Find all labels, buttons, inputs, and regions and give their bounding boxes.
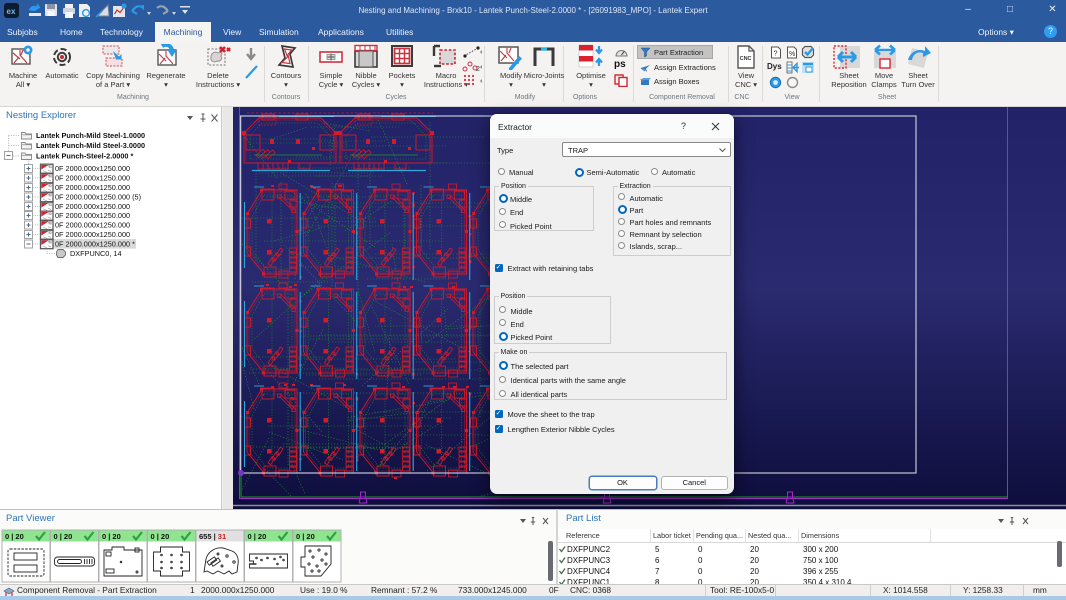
- svg-text:0 | 20: 0 | 20: [102, 532, 121, 541]
- svg-text:0F 2000.000x1250.000: 0F 2000.000x1250.000: [55, 221, 130, 230]
- svg-text:0F 2000.000x1250.000: 0F 2000.000x1250.000: [55, 202, 130, 211]
- svg-text:0 | 20: 0 | 20: [248, 532, 267, 541]
- svg-text:2: 2: [476, 66, 480, 72]
- svg-text:Lantek Punch-Mild Steel-3.0000: Lantek Punch-Mild Steel-3.0000: [36, 141, 145, 150]
- svg-text:0F 2000.000x1250.000: 0F 2000.000x1250.000: [55, 174, 130, 183]
- svg-text:0 | 20: 0 | 20: [54, 532, 73, 541]
- svg-text:0F 2000.000x1250.000: 0F 2000.000x1250.000: [55, 164, 130, 173]
- svg-text:0 | 20: 0 | 20: [5, 532, 24, 541]
- svg-text:CNC: CNC: [740, 56, 752, 62]
- svg-text:ex: ex: [7, 7, 16, 16]
- svg-text:0F 2000.000x1250.000 *: 0F 2000.000x1250.000 *: [55, 240, 135, 249]
- svg-text:Lantek Punch-Mild Steel-1.0000: Lantek Punch-Mild Steel-1.0000: [36, 131, 145, 140]
- svg-text:655 | 31: 655 | 31: [199, 532, 226, 541]
- svg-text:Lantek Punch-Steel-2.0000 *: Lantek Punch-Steel-2.0000 *: [36, 152, 133, 161]
- svg-text:DXFPUNC0, 14: DXFPUNC0, 14: [70, 249, 122, 258]
- svg-text:?: ?: [774, 51, 778, 58]
- svg-text:%: %: [789, 51, 795, 58]
- svg-text:0F 2000.000x1250.000: 0F 2000.000x1250.000: [55, 230, 130, 239]
- svg-text:0 | 20: 0 | 20: [151, 532, 170, 541]
- svg-text:0F 2000.000x1250.000 (5): 0F 2000.000x1250.000 (5): [55, 193, 141, 202]
- svg-text:0F 2000.000x1250.000: 0F 2000.000x1250.000: [55, 211, 130, 220]
- svg-text:0 | 20: 0 | 20: [296, 532, 315, 541]
- svg-text:0F 2000.000x1250.000: 0F 2000.000x1250.000: [55, 183, 130, 192]
